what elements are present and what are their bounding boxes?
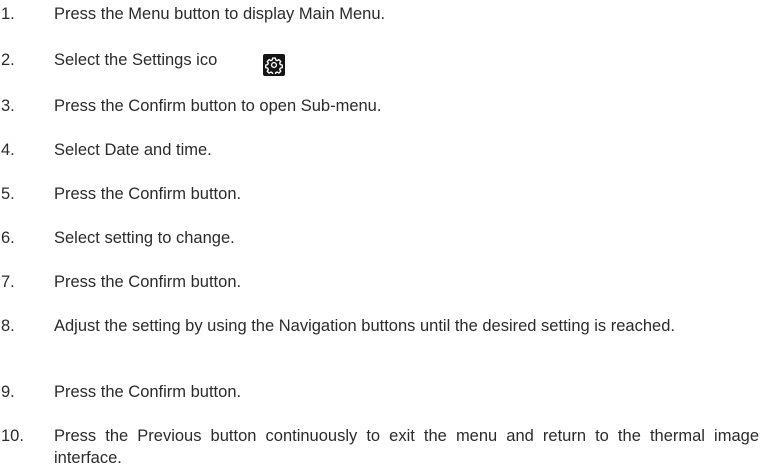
gear-icon <box>263 54 285 76</box>
step-number: 8. <box>1 317 15 335</box>
instruction-list: 1. Press the Menu button to display Main… <box>0 0 765 467</box>
step-text: Press the Confirm button. <box>54 273 242 291</box>
step-number: 5. <box>1 185 15 203</box>
step-number: 6. <box>1 229 15 247</box>
step-text: Press the Confirm button. <box>54 383 242 401</box>
step-number: 1. <box>1 5 15 23</box>
step-number: 9. <box>1 383 15 401</box>
step-text: Select setting to change. <box>54 229 235 247</box>
step-number: 2. <box>1 51 15 69</box>
step-number: 7. <box>1 273 15 291</box>
step-text: Adjust the setting by using the Navigati… <box>54 317 675 335</box>
step-text: Press the Previous button continuously t… <box>54 427 759 467</box>
step-text: Press the Confirm button. <box>54 185 242 203</box>
step-number: 3. <box>1 97 15 115</box>
step-text: Press the Confirm button to open Sub-men… <box>54 97 382 115</box>
step-number: 4. <box>1 141 15 159</box>
step-text: Select Date and time. <box>54 141 212 159</box>
step-number: 10. <box>1 427 24 445</box>
step-text: Select the Settings ico <box>54 51 218 69</box>
step-text: Press the Menu button to display Main Me… <box>54 5 386 23</box>
